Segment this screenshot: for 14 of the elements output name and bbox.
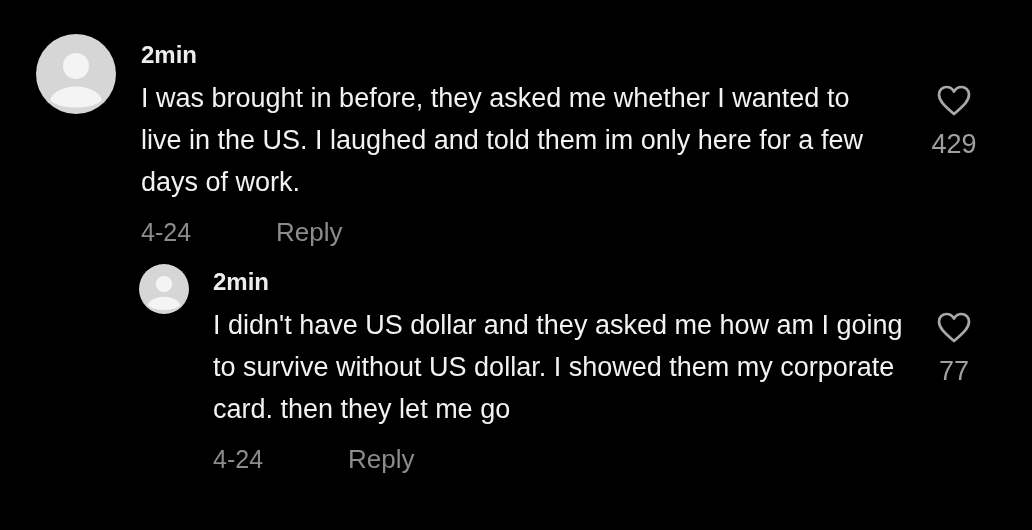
comment-text: I didn't have US dollar and they asked me how am I going to survive without US dollar. I showed them my corporate card. then they let me go bbox=[213, 309, 903, 426]
username[interactable]: 2min bbox=[213, 267, 269, 297]
reply-button[interactable]: Reply bbox=[348, 444, 415, 474]
avatar-icon[interactable] bbox=[139, 264, 189, 314]
avatar-icon[interactable] bbox=[36, 34, 116, 114]
heart-icon[interactable] bbox=[936, 84, 972, 117]
like-count: 429 bbox=[931, 128, 977, 160]
heart-icon[interactable] bbox=[936, 311, 972, 344]
reply-button[interactable]: Reply bbox=[276, 217, 343, 247]
comment-date: 4-24 bbox=[141, 217, 193, 247]
like-count: 77 bbox=[938, 355, 969, 387]
username[interactable]: 2min bbox=[141, 40, 197, 70]
comment-text: I was brought in before, they asked me whether I wanted to live in the US. I laughed and told them im only here for a few days of work. bbox=[141, 82, 864, 199]
comment-date: 4-24 bbox=[213, 444, 265, 474]
